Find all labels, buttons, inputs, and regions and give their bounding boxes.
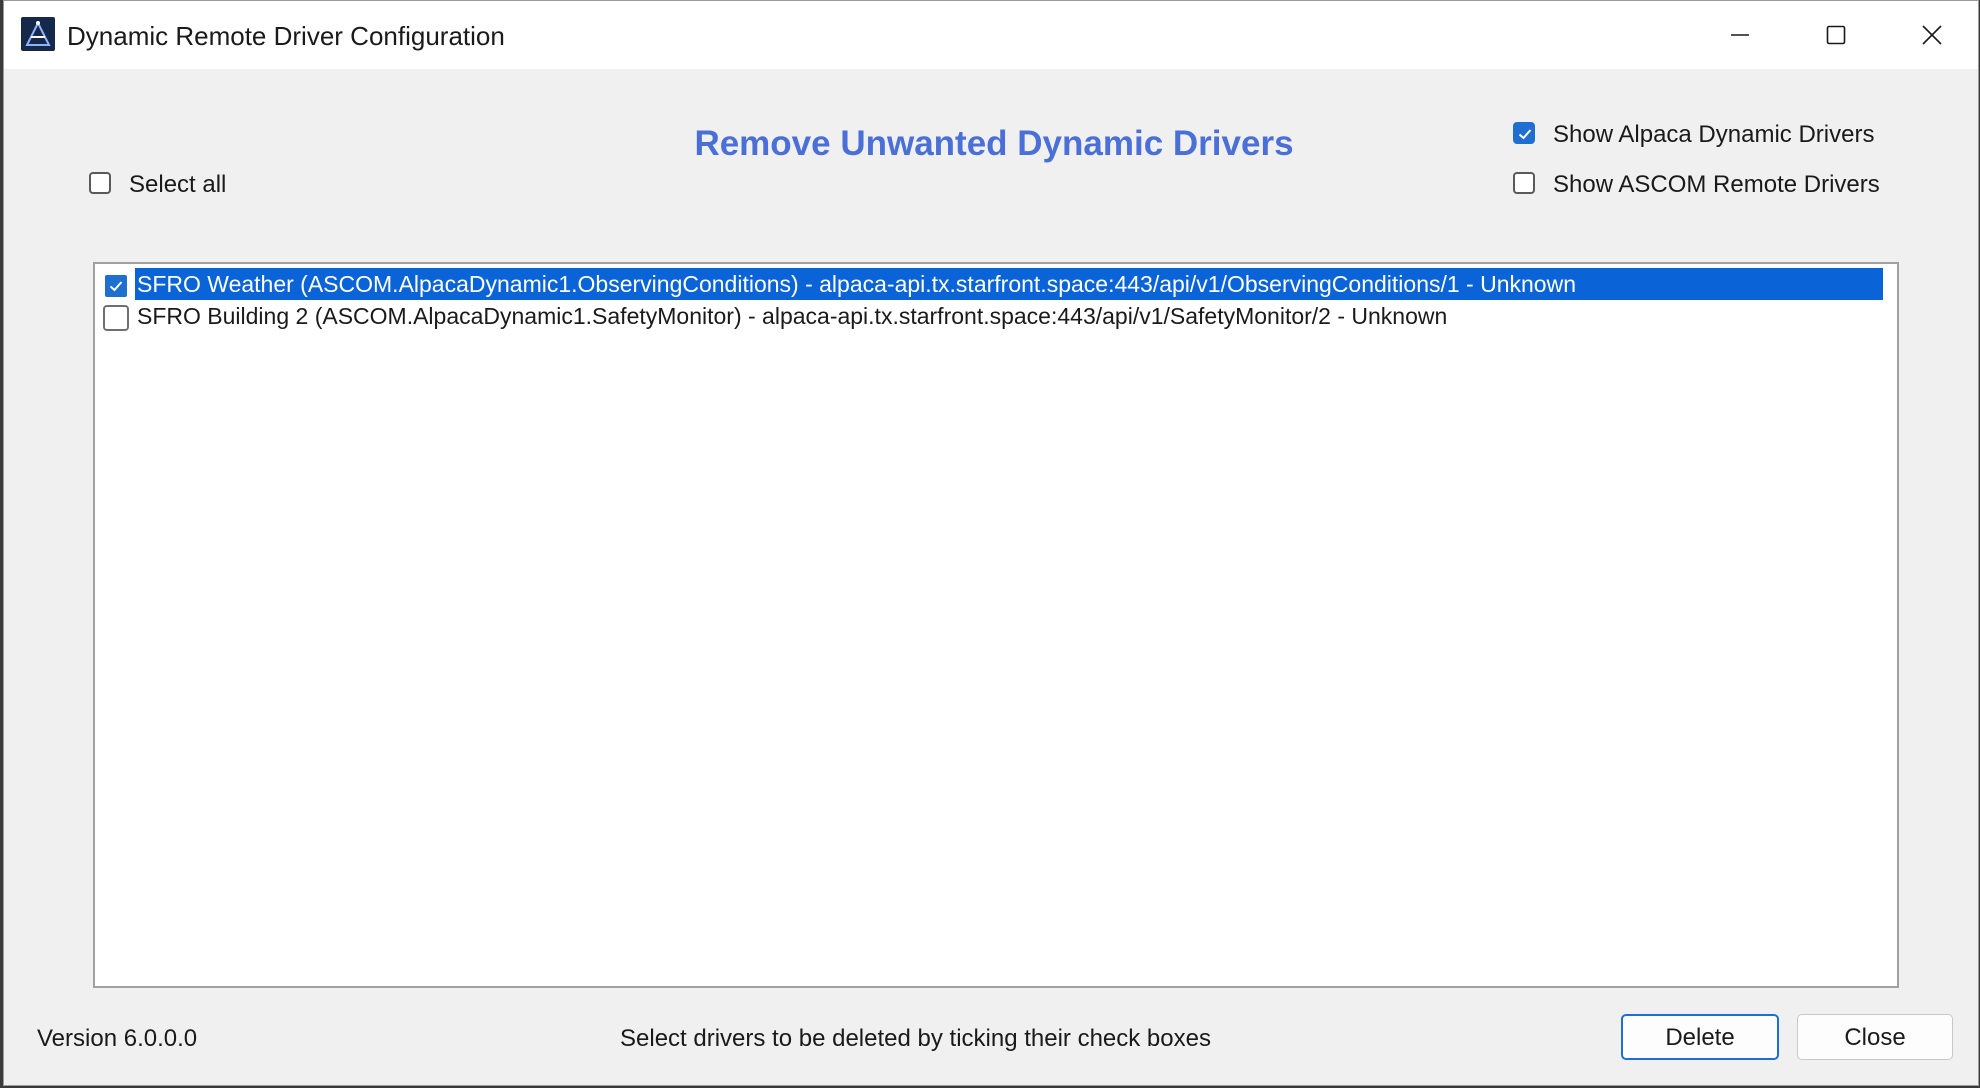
delete-button[interactable]: Delete: [1621, 1014, 1779, 1060]
select-all-checkbox[interactable]: [89, 172, 111, 194]
driver-label[interactable]: SFRO Building 2 (ASCOM.AlpacaDynamic1.Sa…: [135, 300, 1455, 332]
page-heading: Remove Unwanted Dynamic Drivers: [694, 124, 1294, 163]
driver-list[interactable]: SFRO Weather (ASCOM.AlpacaDynamic1.Obser…: [93, 262, 1899, 988]
maximize-icon: [1826, 25, 1846, 45]
version-label: Version 6.0.0.0: [37, 1025, 198, 1052]
driver-label[interactable]: SFRO Weather (ASCOM.AlpacaDynamic1.Obser…: [135, 268, 1883, 300]
show-alpaca-checkbox[interactable]: [1513, 122, 1535, 144]
config-window: Dynamic Remote Driver Configuration Remo…: [3, 0, 1979, 1086]
maximize-button[interactable]: [1788, 1, 1884, 69]
driver-checkbox[interactable]: [103, 305, 129, 331]
show-ascom-label[interactable]: Show ASCOM Remote Drivers: [1553, 171, 1880, 199]
show-ascom-checkbox[interactable]: [1513, 172, 1535, 194]
close-icon: [1922, 25, 1942, 45]
list-item[interactable]: SFRO Building 2 (ASCOM.AlpacaDynamic1.Sa…: [99, 300, 1893, 332]
minimize-icon: [1731, 34, 1749, 36]
driver-checkbox[interactable]: [103, 273, 129, 299]
checkmark-icon: [1518, 129, 1532, 140]
title-bar[interactable]: Dynamic Remote Driver Configuration: [4, 1, 1978, 69]
ascom-app-icon: [21, 17, 55, 51]
list-item[interactable]: SFRO Weather (ASCOM.AlpacaDynamic1.Obser…: [99, 268, 1893, 300]
instruction-text: Select drivers to be deleted by ticking …: [620, 1025, 1211, 1052]
window-title: Dynamic Remote Driver Configuration: [67, 21, 505, 51]
close-window-button[interactable]: [1884, 1, 1980, 69]
minimize-button[interactable]: [1692, 1, 1788, 69]
select-all-label[interactable]: Select all: [129, 171, 226, 199]
checkmark-icon: [109, 281, 123, 292]
close-button[interactable]: Close: [1797, 1014, 1953, 1060]
show-alpaca-label[interactable]: Show Alpaca Dynamic Drivers: [1553, 121, 1874, 149]
